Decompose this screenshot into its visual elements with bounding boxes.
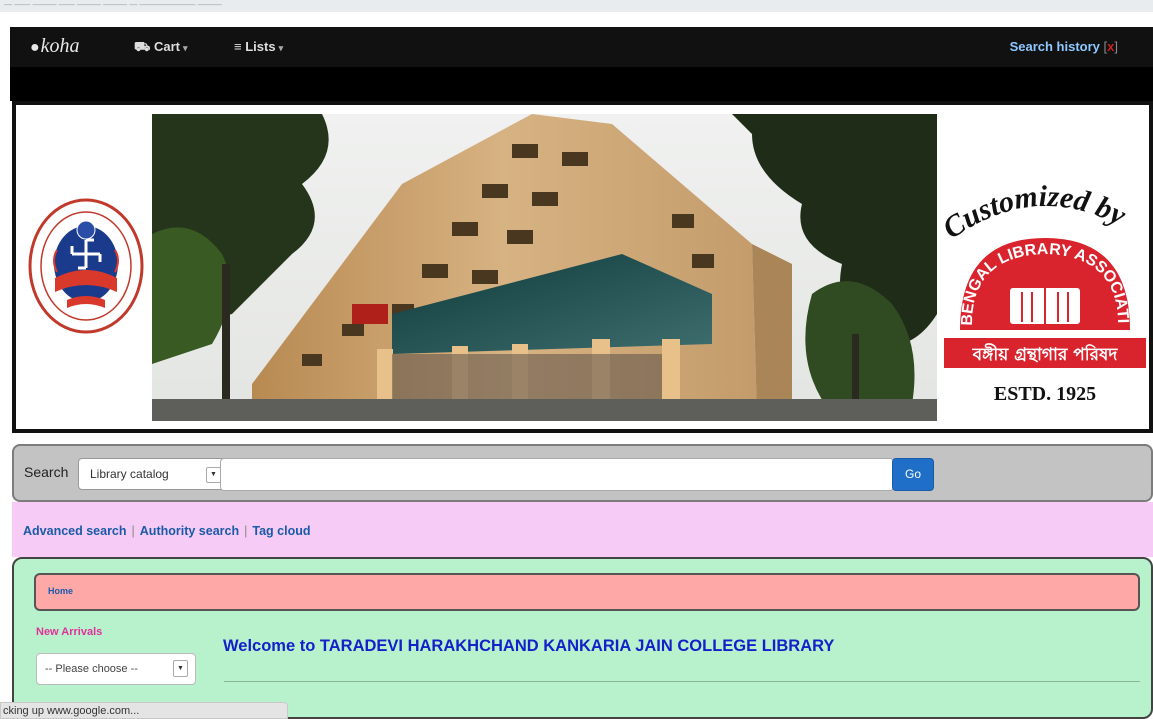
koha-logo-text: koha [40,35,80,57]
tag-cloud-link[interactable]: Tag cloud [252,524,310,538]
cart-label: Cart [153,39,180,54]
koha-navbar: ●koha ⛟ Cart ▾ ≡ Lists ▾ Search history [x… [10,27,1153,67]
new-arrivals-label: New Arrivals [36,626,103,638]
cart-menu[interactable]: ⛟ Cart ▾ [134,39,188,57]
browser-top-strip-text: — —— ——— —— ——— ——— — ——————— ——— [4,0,222,9]
main-content: Home New Arrivals -- Please choose -- ▼ … [12,557,1153,719]
advanced-search-link[interactable]: Advanced search [23,524,127,538]
search-scope-value: Library catalog [90,467,169,481]
college-seal-logo [27,196,145,336]
divider [224,681,1140,682]
bla-logo-bengali-text: বঙ্গীয় গ্রন্থাগার পরিষদ [972,343,1119,365]
koha-drop-icon: ● [30,39,40,56]
bla-logo-estd-text: ESTD. 1925 [994,383,1096,405]
go-button[interactable]: Go [892,458,934,491]
search-input[interactable] [220,458,894,491]
welcome-heading: Welcome to TARADEVI HARAKHCHAND KANKARIA… [223,637,835,655]
breadcrumb-home-link[interactable]: Home [48,586,73,596]
search-label: Search [24,464,69,480]
authority-search-link[interactable]: Authority search [140,524,239,538]
new-arrivals-select[interactable]: -- Please choose -- ▼ [36,653,196,685]
browser-status-bar: cking up www.google.com... [0,702,288,719]
bla-logo-top-text: Customized by [937,180,1132,245]
search-history-link[interactable]: Search history [1010,39,1100,54]
new-arrivals-value: -- Please choose -- [45,663,138,675]
lists-label: Lists [245,39,276,54]
more-searches-bar: Advanced search | Authority search | Tag clo… [12,502,1153,557]
chevron-down-icon: ▼ [206,467,221,483]
chevron-down-icon: ▼ [173,660,188,677]
search-scope-select[interactable]: Library catalog ▼ [78,458,228,490]
chevron-down-icon: ▾ [183,43,188,53]
cart-icon: ⛟ [134,39,151,54]
chevron-down-icon: ▾ [278,43,284,53]
navbar-bottom-band [10,67,1153,101]
svg-text:Customized by: Customized by [940,180,1132,245]
breadcrumb: Home [34,573,1140,611]
bengal-library-association-logo: Customized by BENGAL LIBRARY ASSOCIATION… [934,167,1150,410]
college-building-photo [152,114,937,421]
search-bar: Search Library catalog ▼ Go [12,444,1153,502]
lists-menu[interactable]: ≡ Lists ▾ [234,39,283,54]
list-icon: ≡ [234,39,242,54]
koha-logo[interactable]: ●koha [30,35,80,58]
browser-top-strip: — —— ——— —— ——— ——— — ——————— ——— [0,0,1153,12]
search-history: Search history [x] [1009,39,1118,54]
